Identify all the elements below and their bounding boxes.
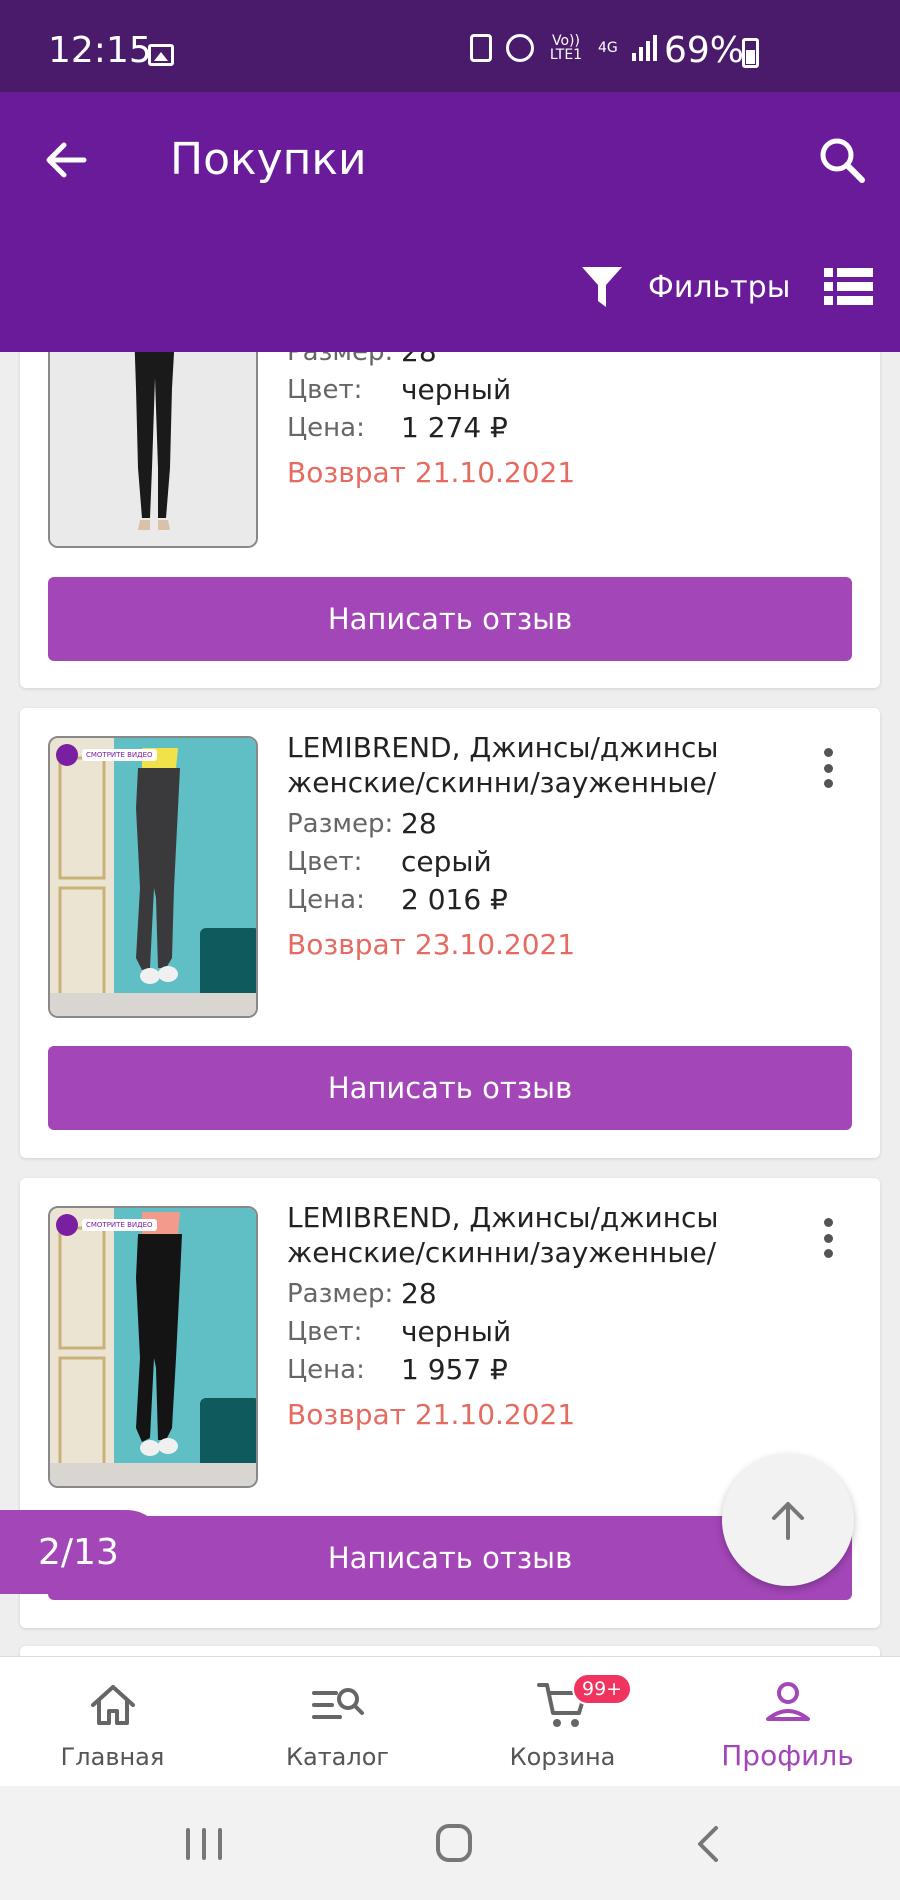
product-photo xyxy=(50,738,256,1016)
write-review-button[interactable]: Написать отзыв xyxy=(48,1046,852,1130)
page-counter: 2/13 xyxy=(0,1510,168,1594)
write-review-button[interactable]: Написать отзыв xyxy=(48,577,852,661)
purchase-card: СМОТРИТЕ ВИДЕО LEMIBREND, Джинсы/джинсы … xyxy=(20,708,880,1158)
more-options-icon[interactable] xyxy=(816,744,840,792)
profile-icon xyxy=(765,1682,810,1721)
color-row: Цвет: черный xyxy=(287,374,511,406)
color-label: Цвет: xyxy=(287,847,363,877)
filter-icon xyxy=(582,267,622,307)
size-row: Размер: 28 xyxy=(287,808,437,840)
home-system-button[interactable] xyxy=(414,1814,494,1874)
price-label: Цена: xyxy=(287,413,365,443)
price-label: Цена: xyxy=(287,885,365,915)
video-badge-label: СМОТРИТЕ ВИДЕО xyxy=(82,1219,157,1231)
status-bar: 12:15 Vo)) LTE1 4G 69% xyxy=(0,0,900,92)
android-nav-bar xyxy=(0,1786,900,1900)
volte-indicator: Vo)) LTE1 xyxy=(549,33,583,63)
back-button[interactable] xyxy=(36,130,96,190)
product-title[interactable]: LEMIBREND, Джинсы/джинсы женские/скинни/… xyxy=(287,1200,757,1270)
product-image[interactable]: СМОТРИТЕ ВИДЕО xyxy=(48,736,258,1018)
arrow-up-icon xyxy=(772,1502,804,1540)
color-row: Цвет: серый xyxy=(287,846,492,878)
play-icon xyxy=(56,1214,78,1236)
size-value: 28 xyxy=(401,1277,437,1310)
bottom-nav: Главная Каталог 99+ Корзина Профиль xyxy=(0,1656,900,1786)
recent-apps-button[interactable] xyxy=(164,1814,244,1874)
video-badge: СМОТРИТЕ ВИДЕО xyxy=(56,744,157,766)
return-date: Возврат 21.10.2021 xyxy=(287,1398,576,1431)
nav-label-home: Главная xyxy=(60,1743,165,1771)
more-options-icon[interactable] xyxy=(816,1214,840,1262)
price-row: Цена: 1 957 ₽ xyxy=(287,1354,508,1386)
return-date: Возврат 23.10.2021 xyxy=(287,928,576,961)
alarm-icon xyxy=(506,34,534,62)
nav-item-profile[interactable]: Профиль xyxy=(675,1657,900,1787)
price-value: 2 016 ₽ xyxy=(401,883,508,916)
home-circle-icon xyxy=(436,1824,472,1862)
home-icon xyxy=(90,1685,135,1725)
video-badge-label: СМОТРИТЕ ВИДЕО xyxy=(82,749,157,761)
price-value: 1 957 ₽ xyxy=(401,1353,508,1386)
size-row: Размер: 28 xyxy=(287,1278,437,1310)
back-system-button[interactable] xyxy=(668,1814,748,1874)
price-row: Цена: 1 274 ₽ xyxy=(287,412,508,444)
size-label: Размер: xyxy=(287,809,394,839)
nav-item-home[interactable]: Главная xyxy=(0,1657,225,1787)
battery-saver-icon xyxy=(470,34,492,62)
battery-percent: 69% xyxy=(664,30,745,71)
product-title[interactable]: LEMIBREND, Джинсы/джинсы женские/скинни/… xyxy=(287,730,757,800)
status-icons: Vo)) LTE1 4G xyxy=(470,34,657,62)
arrow-left-icon xyxy=(46,142,87,178)
price-label: Цена: xyxy=(287,1355,365,1385)
battery-icon xyxy=(742,38,759,68)
catalog-search-icon xyxy=(311,1688,364,1719)
color-label: Цвет: xyxy=(287,1317,363,1347)
status-time: 12:15 xyxy=(48,30,152,71)
size-value: 28 xyxy=(401,807,437,840)
product-photo xyxy=(50,1208,256,1486)
list-view-icon xyxy=(824,268,873,305)
nav-item-cart[interactable]: 99+ Корзина xyxy=(450,1657,675,1787)
color-label: Цвет: xyxy=(287,375,363,405)
size-label: Размер: xyxy=(287,1279,394,1309)
color-value: черный xyxy=(401,373,512,406)
search-button[interactable] xyxy=(812,130,872,190)
gallery-notification-icon xyxy=(148,44,174,66)
video-badge: СМОТРИТЕ ВИДЕО xyxy=(56,1214,157,1236)
color-row: Цвет: черный xyxy=(287,1316,511,1348)
filters-button[interactable]: Фильтры xyxy=(580,262,790,312)
product-image[interactable]: СМОТРИТЕ ВИДЕО xyxy=(48,1206,258,1488)
network-type: 4G xyxy=(598,40,618,56)
price-row: Цена: 2 016 ₽ xyxy=(287,884,508,916)
search-icon xyxy=(820,138,865,183)
filters-label: Фильтры xyxy=(648,269,791,305)
page-title: Покупки xyxy=(170,134,367,185)
price-value: 1 274 ₽ xyxy=(401,411,508,444)
signal-icon xyxy=(631,35,657,61)
return-date: Возврат 21.10.2021 xyxy=(287,456,576,489)
nav-label-profile: Профиль xyxy=(721,1739,854,1772)
play-icon xyxy=(56,744,78,766)
color-value: черный xyxy=(401,1315,512,1348)
nav-label-catalog: Каталог xyxy=(285,1743,390,1771)
color-value: серый xyxy=(401,845,492,878)
nav-item-catalog[interactable]: Каталог xyxy=(225,1657,450,1787)
scroll-to-top-button[interactable] xyxy=(722,1454,854,1586)
recent-apps-icon xyxy=(186,1828,222,1860)
back-chevron-icon xyxy=(698,1826,718,1862)
list-view-button[interactable] xyxy=(820,262,876,312)
cart-badge: 99+ xyxy=(572,1673,633,1705)
app-header: Покупки Фильтры xyxy=(0,92,900,352)
nav-label-cart: Корзина xyxy=(509,1743,616,1771)
